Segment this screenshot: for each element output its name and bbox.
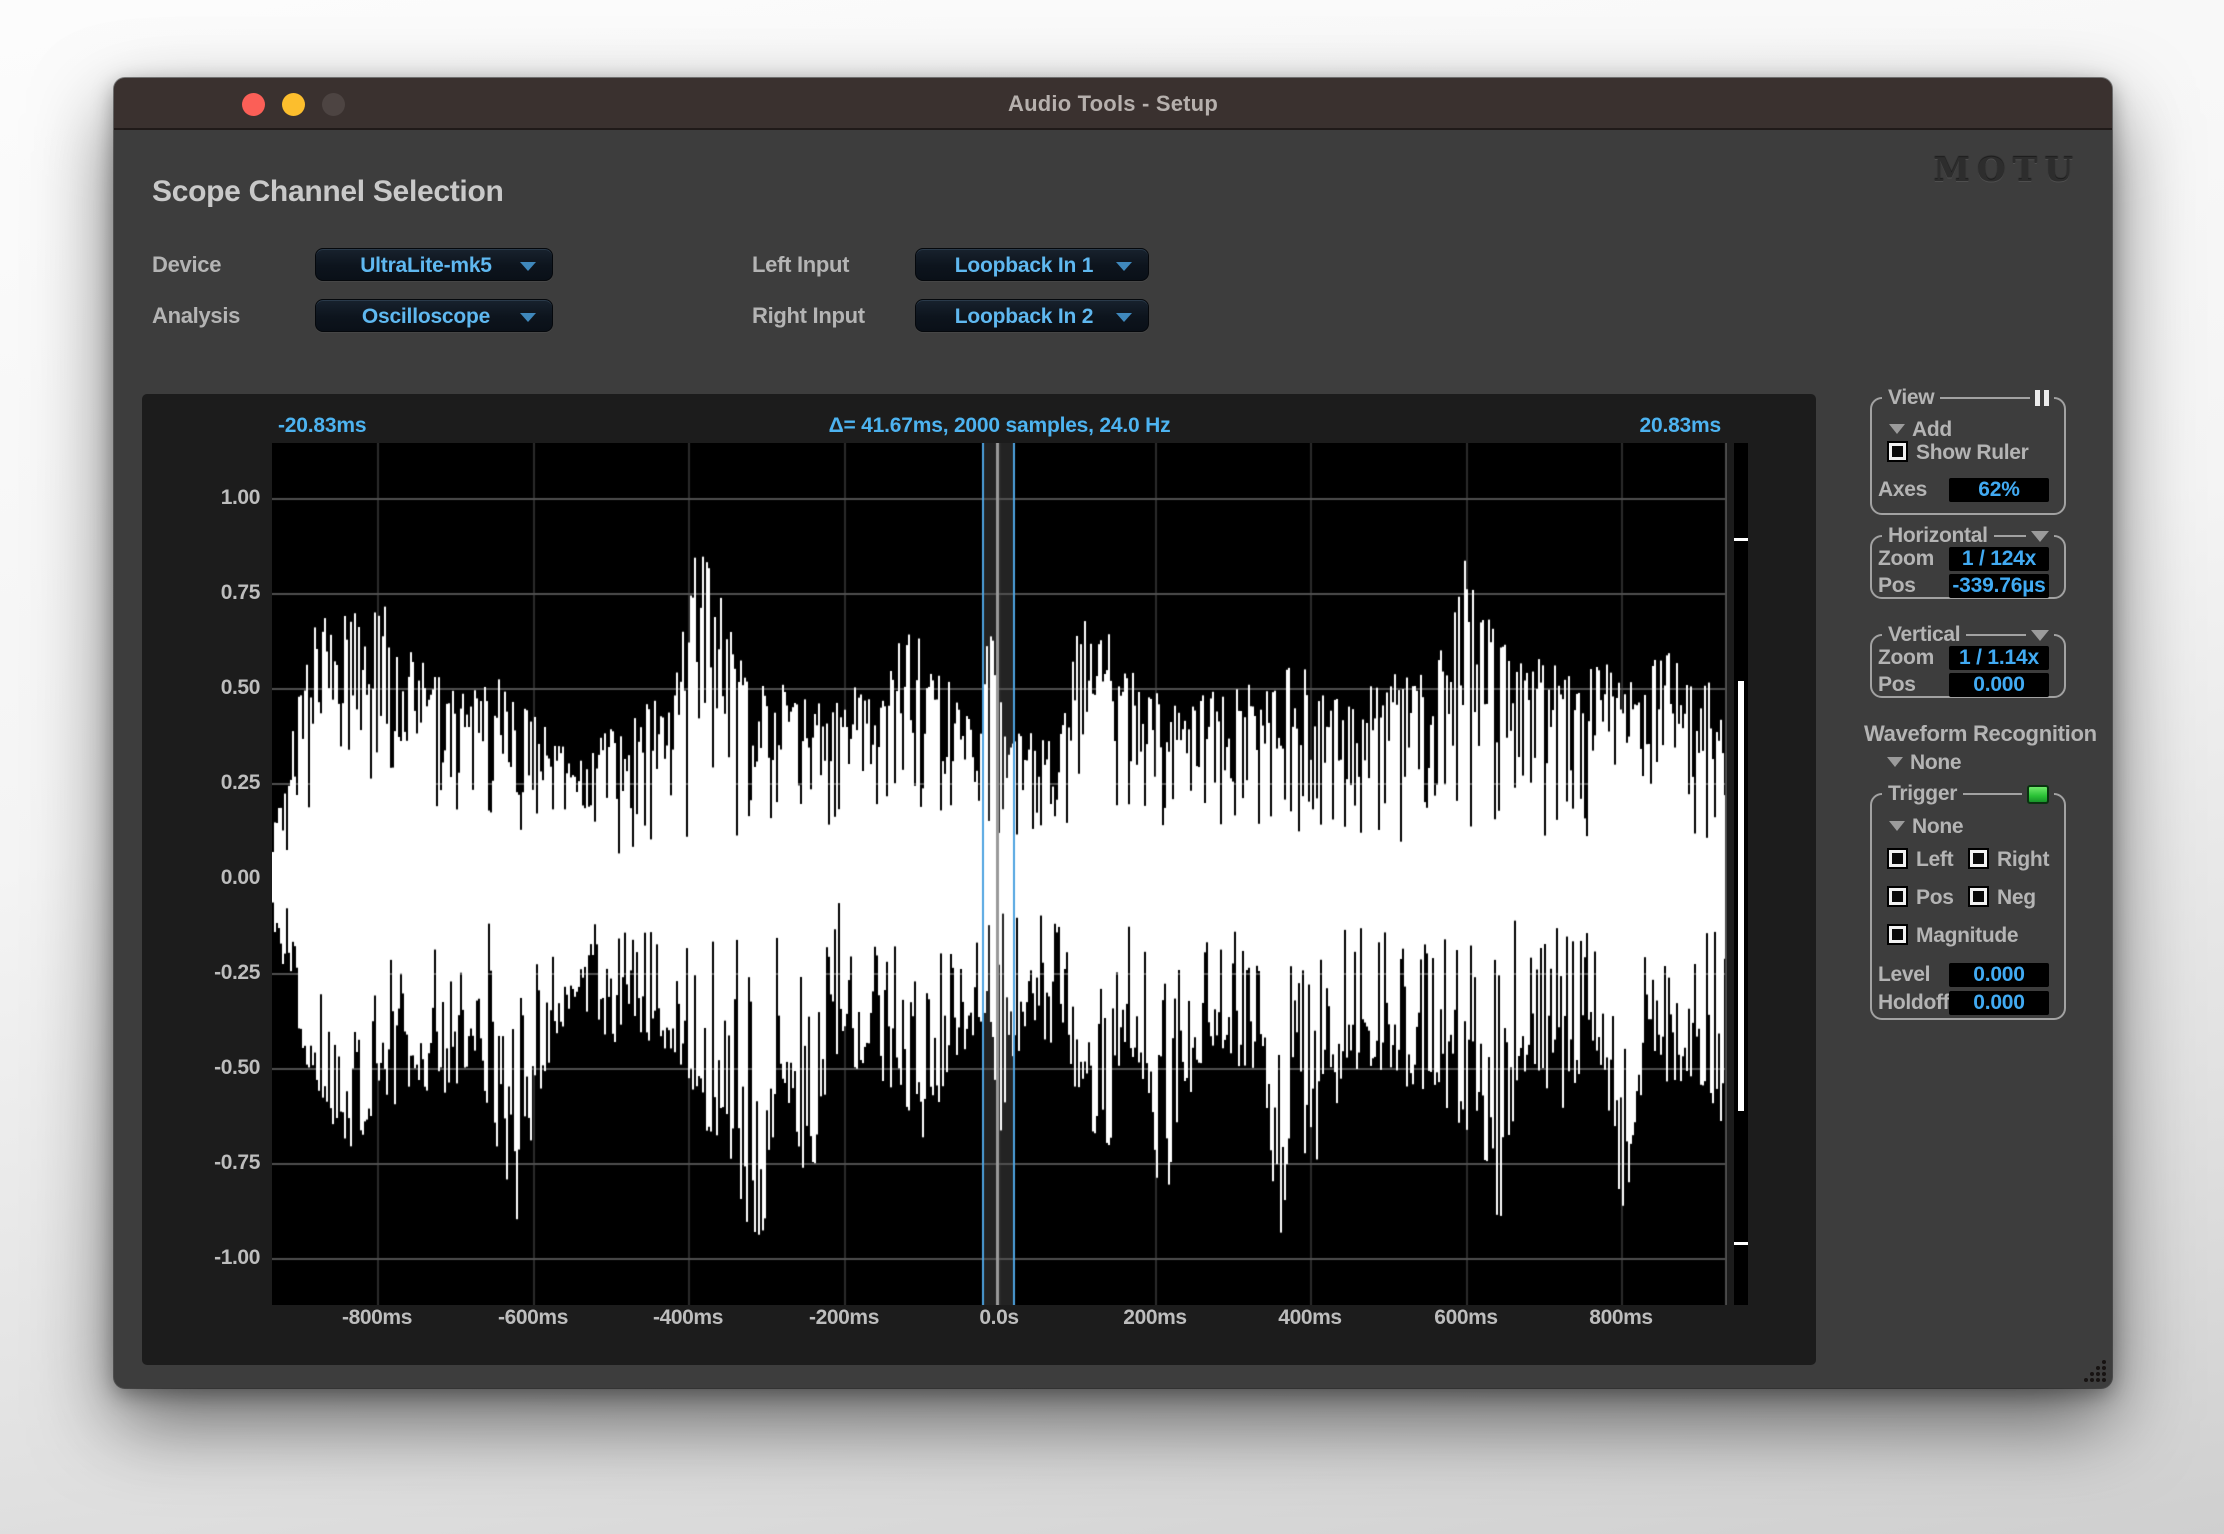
vertical-group: Vertical Zoom 1 / 1.14x Pos 0.000 — [1870, 634, 2066, 698]
trigger-magnitude-label: Magnitude — [1916, 924, 2018, 948]
y-tick-label: -0.75 — [142, 1151, 260, 1175]
vertical-pos-label: Pos — [1878, 673, 1916, 697]
x-tick-label: -600ms — [463, 1306, 603, 1330]
waveform-recognition-dropdown[interactable]: None — [1910, 751, 1961, 775]
trigger-magnitude-checkbox[interactable] — [1889, 926, 1906, 943]
waveform-recognition-label: Waveform Recognition — [1864, 721, 2097, 747]
view-group: View Add Show Ruler Axes 62% — [1870, 397, 2066, 515]
y-tick-label: -0.50 — [142, 1056, 260, 1080]
x-tick-label: 0.0s — [929, 1306, 1069, 1330]
pause-icon — [2044, 390, 2049, 406]
trigger-neg-checkbox[interactable] — [1970, 888, 1987, 905]
resize-grip[interactable] — [2081, 1357, 2107, 1383]
trigger-holdoff-label: Holdoff — [1878, 991, 1949, 1015]
chevron-down-icon — [2031, 531, 2049, 542]
x-tick-label: 600ms — [1396, 1306, 1536, 1330]
page-title: Scope Channel Selection — [152, 175, 504, 209]
horizontal-pos-field[interactable]: -339.76µs — [1949, 574, 2049, 598]
chevron-down-icon — [1116, 262, 1132, 271]
trigger-group: Trigger None Left Right Pos Neg Magnitud… — [1870, 793, 2066, 1020]
chevron-down-icon — [520, 262, 536, 271]
y-tick-label: 0.00 — [142, 866, 260, 890]
left-input-label: Left Input — [752, 248, 849, 281]
trigger-right-checkbox[interactable] — [1970, 850, 1987, 867]
show-ruler-label: Show Ruler — [1916, 441, 2029, 465]
y-tick-label: 0.50 — [142, 676, 260, 700]
y-tick-label: 1.00 — [142, 486, 260, 510]
waveform-recognition-dropdown-arrow-icon[interactable] — [1887, 757, 1903, 767]
y-tick-label: -1.00 — [142, 1246, 260, 1270]
x-tick-label: -800ms — [307, 1306, 447, 1330]
ruler-right-time: 20.83ms — [272, 414, 1721, 438]
axes-value-field[interactable]: 62% — [1949, 478, 2049, 502]
window-titlebar[interactable]: Audio Tools - Setup — [114, 78, 2112, 130]
vertical-group-title: Vertical — [1882, 622, 1966, 648]
vertical-range-scrollbar[interactable] — [1734, 443, 1748, 1305]
trigger-level-label: Level — [1878, 963, 1930, 987]
x-tick-label: 400ms — [1240, 1306, 1380, 1330]
analysis-label: Analysis — [152, 299, 240, 332]
left-input-value: Loopback In 1 — [916, 249, 1114, 282]
x-tick-label: 800ms — [1551, 1306, 1691, 1330]
trigger-mode-dropdown[interactable]: None — [1912, 815, 1963, 839]
range-max-tick — [1734, 538, 1748, 541]
trigger-status — [2022, 782, 2054, 806]
vertical-zoom-label: Zoom — [1878, 646, 1934, 670]
view-group-title: View — [1882, 385, 1940, 411]
horizontal-group: Horizontal Zoom 1 / 124x Pos -339.76µs — [1870, 535, 2066, 599]
axes-label: Axes — [1878, 478, 1927, 502]
x-tick-label: -200ms — [774, 1306, 914, 1330]
trigger-level-field[interactable]: 0.000 — [1949, 963, 2049, 987]
oscilloscope-display[interactable] — [272, 443, 1727, 1305]
chevron-down-icon — [2031, 630, 2049, 641]
trigger-holdoff-field[interactable]: 0.000 — [1949, 991, 2049, 1015]
right-input-value: Loopback In 2 — [916, 300, 1114, 333]
pause-icon — [2035, 390, 2040, 406]
trigger-pos-label: Pos — [1916, 886, 1954, 910]
window-title: Audio Tools - Setup — [114, 78, 2112, 130]
vertical-collapse-button[interactable] — [2026, 623, 2054, 647]
show-ruler-checkbox[interactable] — [1889, 443, 1906, 460]
left-input-dropdown[interactable]: Loopback In 1 — [915, 248, 1149, 281]
pause-button[interactable] — [2030, 386, 2054, 410]
trigger-left-label: Left — [1916, 848, 1953, 872]
add-dropdown[interactable]: Add — [1912, 418, 1952, 442]
trigger-pos-checkbox[interactable] — [1889, 888, 1906, 905]
range-min-tick — [1734, 1242, 1748, 1245]
add-dropdown-arrow-icon[interactable] — [1889, 424, 1905, 434]
trigger-left-checkbox[interactable] — [1889, 850, 1906, 867]
trigger-led-icon — [2027, 785, 2049, 804]
right-input-label: Right Input — [752, 299, 865, 332]
app-window: Audio Tools - Setup MOTU Scope Channel S… — [114, 78, 2112, 1388]
chevron-down-icon — [520, 313, 536, 322]
x-tick-label: 200ms — [1085, 1306, 1225, 1330]
trigger-neg-label: Neg — [1997, 886, 2036, 910]
vertical-zoom-field[interactable]: 1 / 1.14x — [1949, 646, 2049, 670]
vertical-pos-field[interactable]: 0.000 — [1949, 673, 2049, 697]
horizontal-pos-label: Pos — [1878, 574, 1916, 598]
y-tick-label: 0.75 — [142, 581, 260, 605]
visible-range-bar[interactable] — [1738, 681, 1744, 1111]
trigger-group-title: Trigger — [1882, 781, 1963, 807]
scope-panel: -20.83ms Δ= 41.67ms, 2000 samples, 24.0 … — [142, 394, 1816, 1365]
trigger-right-label: Right — [1997, 848, 2049, 872]
device-value: UltraLite-mk5 — [316, 249, 518, 282]
horizontal-zoom-label: Zoom — [1878, 547, 1934, 571]
right-input-dropdown[interactable]: Loopback In 2 — [915, 299, 1149, 332]
analysis-value: Oscilloscope — [316, 300, 518, 333]
horizontal-zoom-field[interactable]: 1 / 124x — [1949, 547, 2049, 571]
device-dropdown[interactable]: UltraLite-mk5 — [315, 248, 553, 281]
y-tick-label: -0.25 — [142, 961, 260, 985]
motu-logo: MOTU — [1933, 150, 2080, 189]
device-label: Device — [152, 248, 221, 281]
horizontal-group-title: Horizontal — [1882, 523, 1994, 549]
chevron-down-icon — [1116, 313, 1132, 322]
horizontal-collapse-button[interactable] — [2026, 524, 2054, 548]
analysis-dropdown[interactable]: Oscilloscope — [315, 299, 553, 332]
y-tick-label: 0.25 — [142, 771, 260, 795]
trigger-mode-arrow-icon[interactable] — [1889, 821, 1905, 831]
x-tick-label: -400ms — [618, 1306, 758, 1330]
